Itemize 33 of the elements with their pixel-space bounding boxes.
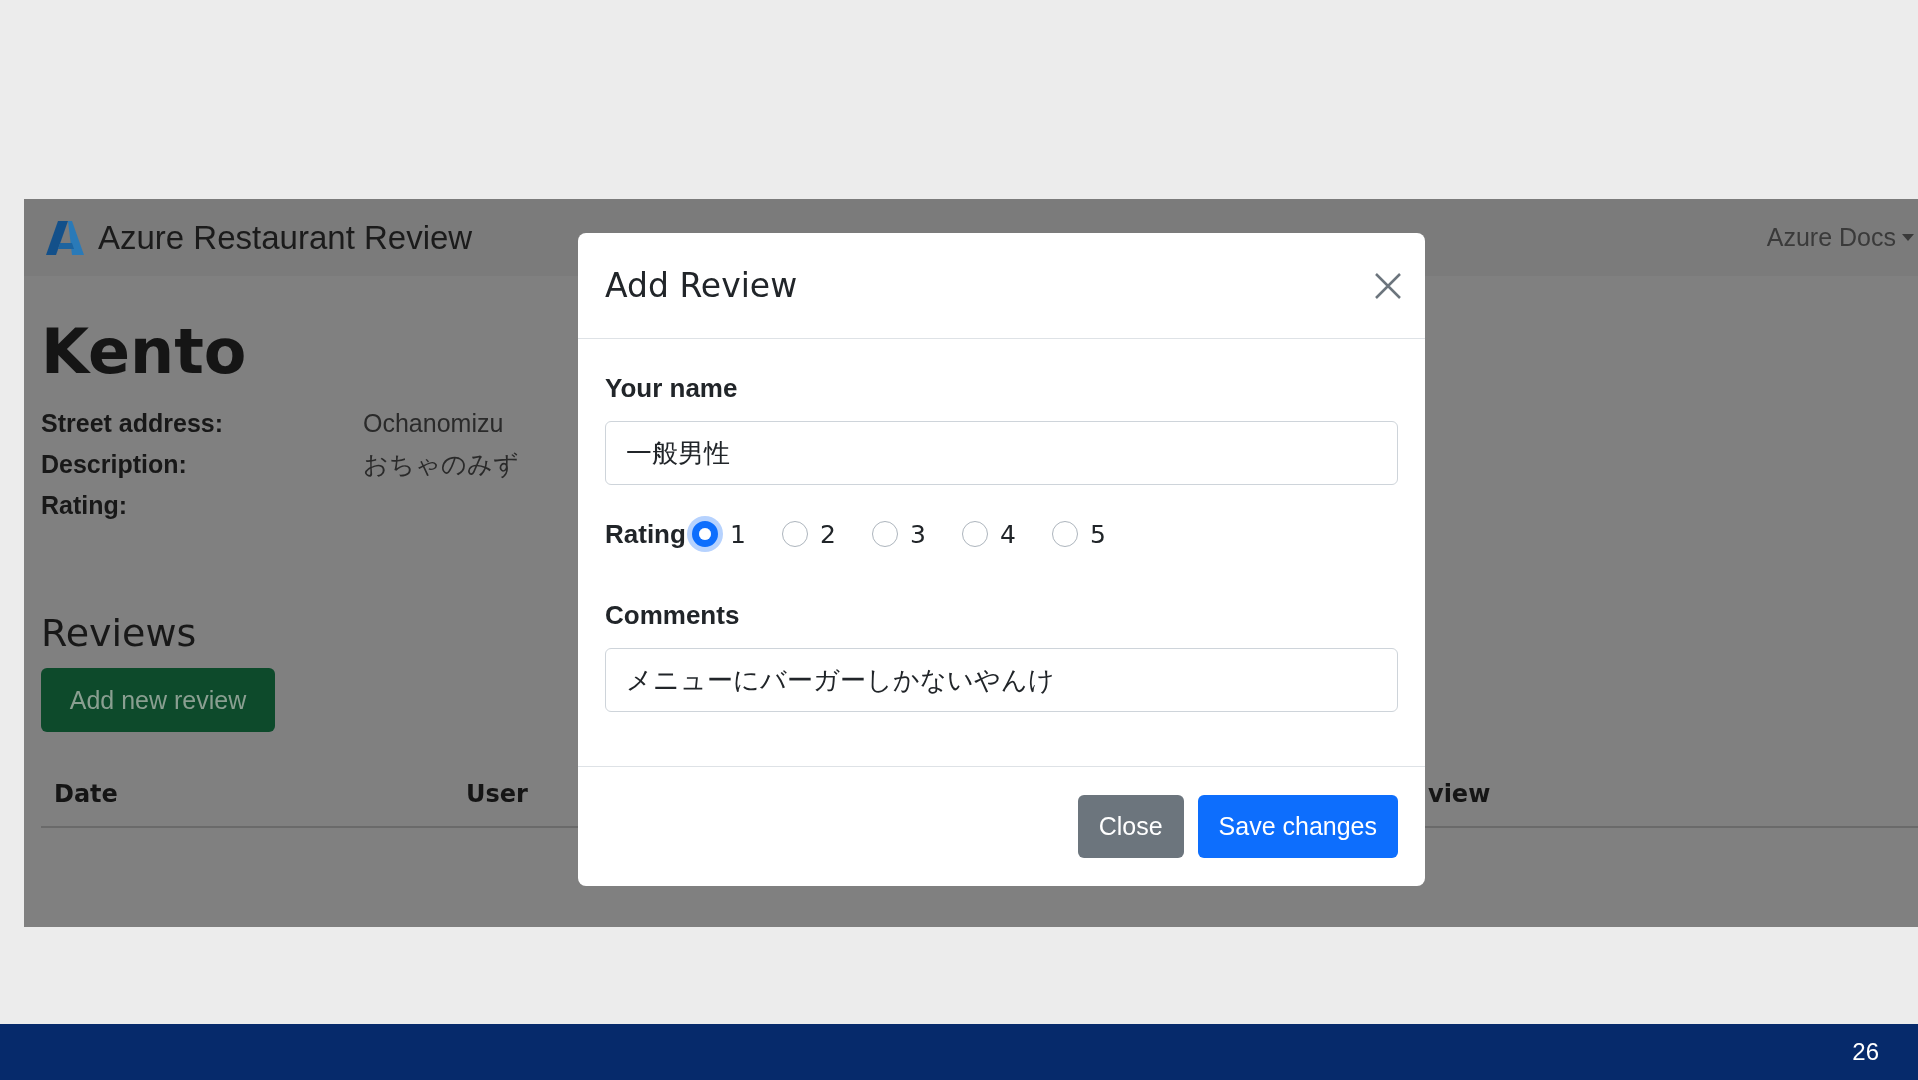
field-label: Your name bbox=[605, 372, 738, 405]
restaurant-name: Kento bbox=[41, 314, 247, 390]
detail-value: おちゃのみず bbox=[363, 449, 519, 480]
add-review-button[interactable]: Add new review bbox=[41, 668, 275, 732]
logo-icon bbox=[46, 218, 84, 257]
radio-button[interactable] bbox=[1051, 521, 1078, 547]
radio-button[interactable] bbox=[871, 521, 898, 547]
radio-button[interactable] bbox=[781, 521, 808, 547]
close-button[interactable]: Close bbox=[1077, 795, 1184, 858]
save-button[interactable]: Save changes bbox=[1197, 795, 1398, 858]
field-label: Comments bbox=[605, 599, 740, 632]
radio-label: 5 bbox=[1089, 519, 1106, 549]
detail-label: Street address: bbox=[41, 408, 225, 439]
radio-label: 3 bbox=[909, 519, 926, 549]
field-label: Rating bbox=[605, 518, 686, 551]
column-header: Date bbox=[53, 779, 118, 808]
radio-label: 1 bbox=[729, 519, 746, 549]
radio-label: 4 bbox=[999, 519, 1016, 549]
name-input[interactable]: 一般男性 bbox=[605, 421, 1398, 485]
detail-label: Description: bbox=[41, 449, 188, 480]
radio-button[interactable] bbox=[961, 521, 988, 547]
detail-label: Rating: bbox=[41, 490, 129, 521]
detail-value: Ochanomizu bbox=[363, 408, 504, 439]
caret-icon bbox=[1902, 233, 1914, 242]
column-header: User bbox=[465, 779, 528, 808]
column-header: view bbox=[1427, 779, 1491, 808]
nav-link[interactable]: Azure Docs bbox=[1766, 223, 1896, 252]
section-title: Reviews bbox=[41, 610, 197, 657]
comments-input[interactable]: メニューにバーガーしかないやんけ bbox=[605, 648, 1398, 712]
close-icon[interactable] bbox=[1373, 270, 1403, 301]
page-number: 26 bbox=[1852, 1038, 1879, 1066]
modal-title: Add Review bbox=[605, 266, 798, 305]
radio-label: 2 bbox=[819, 519, 836, 549]
